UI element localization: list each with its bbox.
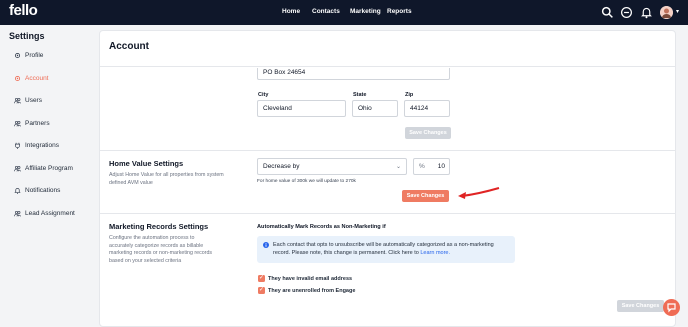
zip-label: Zip: [405, 92, 414, 98]
sidebar-item-notifications[interactable]: Notifications: [14, 187, 60, 194]
sidebar-item-users[interactable]: Users: [14, 97, 42, 104]
users-icon: [14, 97, 21, 104]
sidebar-item-account[interactable]: Account: [14, 75, 49, 82]
gear-icon: [14, 52, 21, 59]
fello-logo[interactable]: fello: [9, 2, 38, 19]
sidebar-item-affiliate-program[interactable]: Affiliate Program: [14, 165, 73, 172]
home-value-description: Adjust Home Value for all properties fro…: [109, 172, 224, 186]
sidebar-item-partners[interactable]: Partners: [14, 120, 50, 127]
chevron-down-icon: ⌄: [395, 164, 401, 170]
state-label: State: [353, 92, 367, 98]
info-text: Each contact that opts to unsubscribe wi…: [273, 241, 503, 257]
unenrolled-label: They are unenrolled from Engage: [268, 288, 356, 294]
top-navbar: fello Home Contacts Marketing Reports ▾: [0, 0, 688, 25]
invalid-email-checkbox[interactable]: ✓: [258, 275, 265, 282]
chevron-down-icon[interactable]: ▾: [676, 8, 679, 15]
city-input[interactable]: Cleveland: [257, 100, 346, 117]
learn-more-link[interactable]: Learn more.: [420, 250, 450, 256]
home-value-hint: For home value of 300k we will update to…: [257, 179, 356, 184]
users-icon: [14, 210, 21, 217]
zip-input[interactable]: 44124: [404, 100, 450, 117]
marketing-save-button[interactable]: Save Changes: [617, 300, 664, 312]
chat-icon: [667, 303, 676, 313]
card-header: Account: [100, 31, 675, 67]
info-message: Each contact that opts to unsubscribe wi…: [273, 242, 494, 256]
sidebar-item-label: Lead Assignment: [25, 210, 75, 217]
home-value-amount-input[interactable]: % 10: [413, 158, 450, 175]
street-input[interactable]: PO Box 24654: [257, 68, 450, 80]
address-save-button[interactable]: Save Changes: [405, 127, 451, 139]
avatar[interactable]: [660, 6, 673, 19]
street-field-clip: PO Box 24654: [257, 68, 450, 80]
invalid-email-label: They have invalid email address: [268, 276, 353, 282]
amount-value: 10: [437, 163, 445, 170]
page-title: Account: [109, 41, 149, 52]
search-icon[interactable]: [601, 6, 614, 19]
sidebar-item-label: Notifications: [25, 187, 61, 194]
sidebar-item-lead-assignment[interactable]: Lead Assignment: [14, 210, 75, 217]
sidebar-item-label: Account: [25, 75, 49, 82]
divider: [100, 150, 675, 151]
bell-icon[interactable]: [640, 6, 653, 19]
nav-marketing[interactable]: Marketing: [350, 8, 381, 15]
account-settings-card: Account PO Box 24654 City Cleveland Stat…: [99, 30, 676, 327]
users-icon: [14, 120, 21, 127]
plug-icon: [15, 142, 20, 149]
select-value: Decrease by: [263, 163, 300, 170]
settings-sidebar: Settings Profile Account Users Partners …: [0, 25, 98, 327]
help-chat-button[interactable]: [663, 299, 680, 316]
sidebar-item-profile[interactable]: Profile: [14, 52, 43, 59]
auto-mark-label: Automatically Mark Records as Non-Market…: [257, 224, 386, 230]
sidebar-item-label: Affiliate Program: [25, 165, 73, 172]
sidebar-item-label: Users: [25, 97, 42, 104]
marketing-records-description: Configure the automation process to accu…: [109, 235, 213, 264]
nav-reports[interactable]: Reports: [387, 8, 412, 15]
plus-circle-icon[interactable]: [620, 6, 633, 19]
home-value-save-button[interactable]: Save Changes: [402, 190, 449, 202]
sidebar-item-label: Partners: [25, 120, 50, 127]
sidebar-item-label: Integrations: [25, 142, 59, 149]
info-banner: Each contact that opts to unsubscribe wi…: [257, 236, 515, 263]
nav-home[interactable]: Home: [282, 8, 300, 15]
city-label: City: [258, 92, 269, 98]
annotation-arrow-icon: [458, 187, 500, 199]
sidebar-item-label: Profile: [25, 52, 44, 59]
divider: [100, 213, 675, 214]
gear-icon: [14, 75, 21, 82]
unenrolled-checkbox[interactable]: ✓: [258, 287, 265, 294]
bell-icon: [14, 188, 21, 194]
nav-contacts[interactable]: Contacts: [312, 8, 340, 15]
home-value-mode-select[interactable]: Decrease by ⌄: [257, 158, 407, 175]
sidebar-title: Settings: [9, 31, 45, 41]
state-input[interactable]: Ohio: [352, 100, 398, 117]
users-icon: [14, 165, 21, 172]
home-value-title: Home Value Settings: [109, 159, 184, 168]
percent-unit: %: [419, 163, 425, 170]
sidebar-item-integrations[interactable]: Integrations: [14, 142, 59, 149]
info-icon: [263, 242, 269, 248]
marketing-records-title: Marketing Records Settings: [109, 222, 209, 231]
